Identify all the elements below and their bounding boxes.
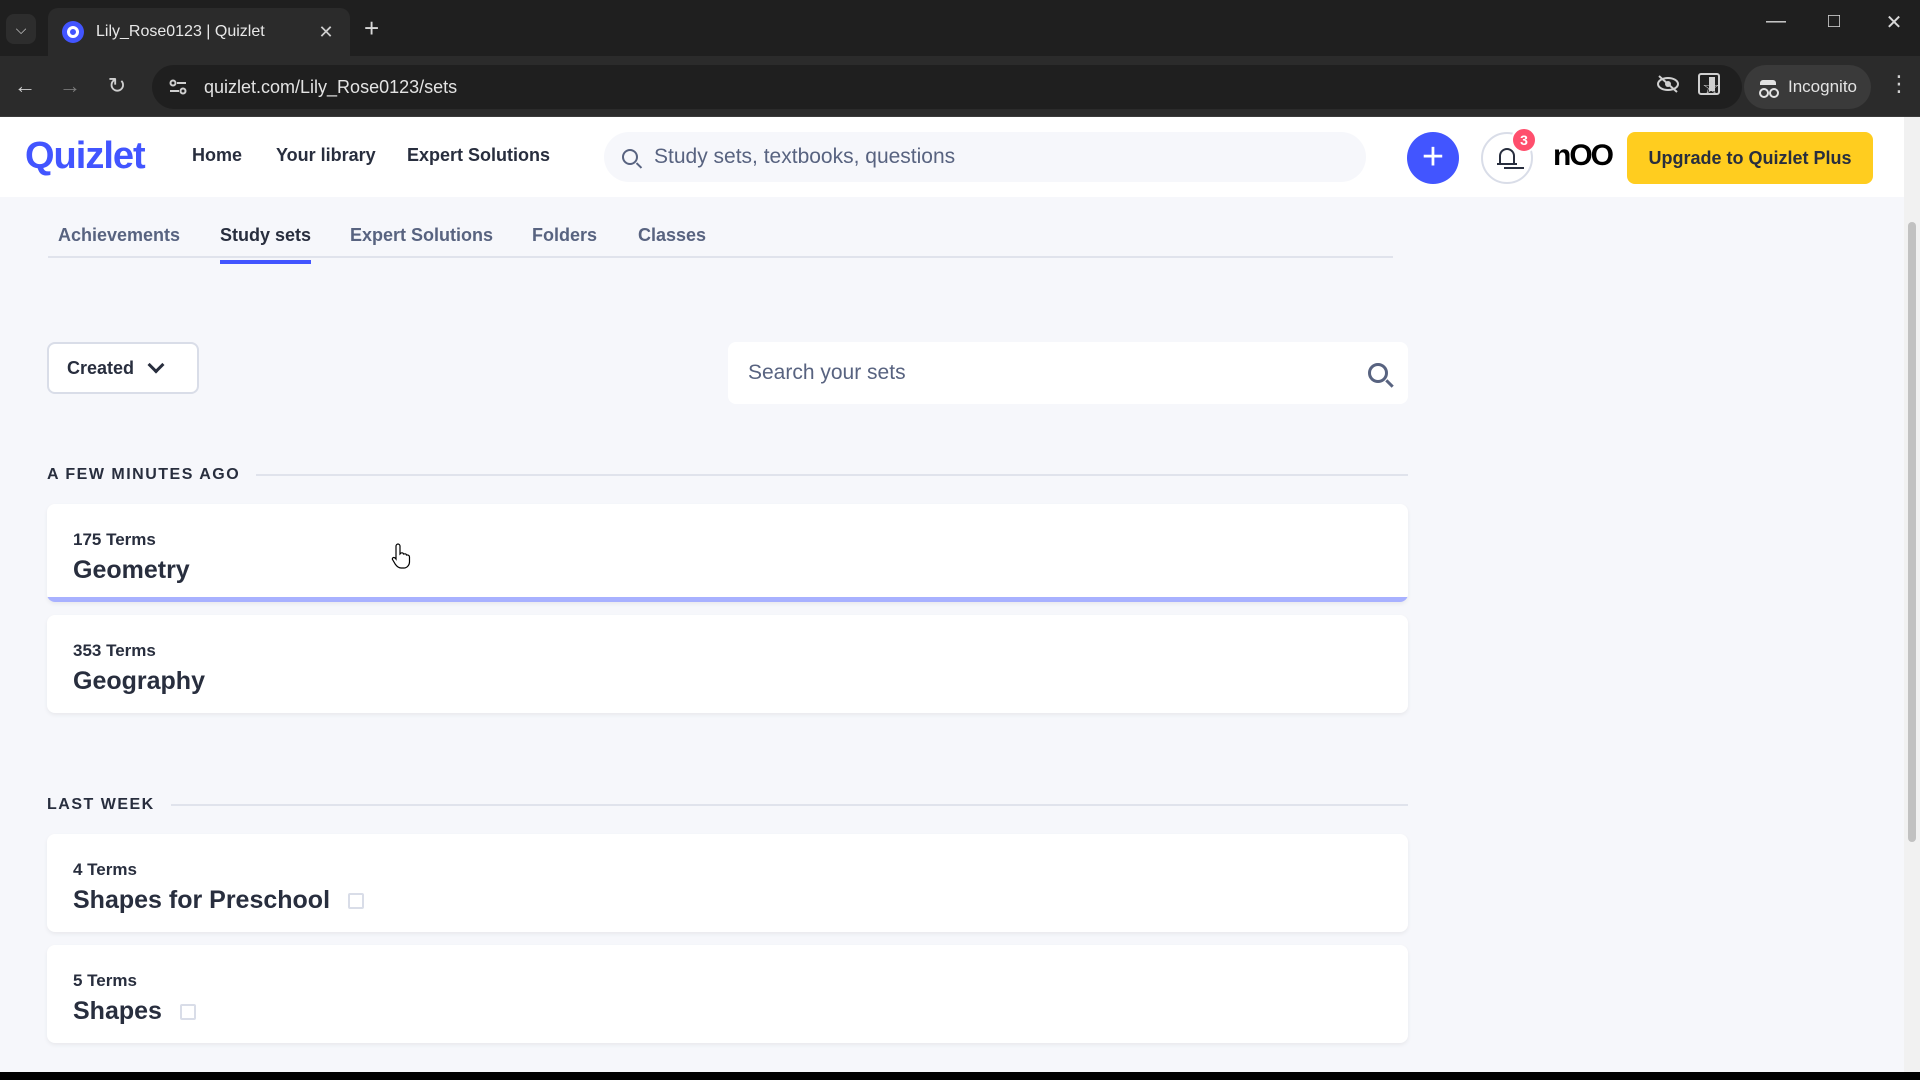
tab-expert-solutions[interactable]: Expert Solutions: [350, 225, 493, 260]
sort-filter-dropdown[interactable]: Created: [47, 342, 199, 394]
study-set-card[interactable]: 353 Terms Geography: [47, 615, 1408, 713]
study-set-card[interactable]: 5 Terms Shapes: [47, 945, 1408, 1043]
tab-folders[interactable]: Folders: [532, 225, 597, 260]
section-title: A FEW MINUTES AGO: [47, 466, 241, 483]
profile-subtabs: Achievements Study sets Expert Solutions…: [48, 213, 1393, 264]
bell-icon: [1497, 147, 1517, 169]
browser-menu-icon[interactable]: ⋮: [1888, 71, 1910, 97]
sort-filter-value: Created: [67, 357, 135, 378]
nav-your-library[interactable]: Your library: [276, 145, 376, 166]
section-header: A FEW MINUTES AGO: [47, 466, 1408, 484]
set-search-input[interactable]: [748, 361, 1368, 385]
quizlet-favicon-icon: [62, 21, 84, 43]
url-text[interactable]: quizlet.com/Lily_Rose0123/sets: [204, 77, 1656, 98]
study-set-card[interactable]: 4 Terms Shapes for Preschool: [47, 834, 1408, 932]
bottom-edge: [0, 1072, 1920, 1080]
chevron-down-icon: [147, 356, 165, 374]
create-button[interactable]: +: [1407, 132, 1459, 184]
hand-cursor-icon: [391, 543, 411, 569]
omnibox[interactable]: quizlet.com/Lily_Rose0123/sets ☆: [152, 65, 1742, 109]
set-title-row: Shapes: [73, 997, 1382, 1026]
term-count: 4 Terms: [73, 860, 137, 879]
divider: [256, 474, 1408, 476]
browser-tab[interactable]: Lily_Rose0123 | Quizlet ✕: [48, 8, 350, 56]
reload-icon[interactable]: ↻: [102, 71, 132, 101]
tab-classes[interactable]: Classes: [638, 225, 706, 260]
new-tab-button[interactable]: +: [364, 14, 379, 42]
close-window-icon[interactable]: ✕: [1874, 10, 1914, 35]
set-title: Geography: [73, 667, 205, 695]
page-content: Quizlet Home Your library Expert Solutio…: [0, 117, 1904, 1072]
set-title-row: Geometry: [73, 556, 1382, 585]
tab-achievements[interactable]: Achievements: [58, 225, 180, 260]
nav-expert-solutions[interactable]: Expert Solutions: [407, 145, 550, 166]
tab-title: Lily_Rose0123 | Quizlet: [96, 23, 265, 40]
incognito-icon: [1758, 80, 1778, 98]
incognito-label: Incognito: [1788, 77, 1857, 96]
forward-icon[interactable]: →: [55, 71, 85, 101]
term-count: 5 Terms: [73, 971, 137, 990]
page-scrollbar[interactable]: [1904, 117, 1920, 1072]
set-title-row: Geography: [73, 667, 1382, 696]
image-icon: [348, 892, 365, 909]
maximize-icon[interactable]: □: [1814, 10, 1854, 33]
set-title: Geometry: [73, 556, 190, 584]
side-panel-icon[interactable]: [1698, 73, 1720, 95]
notification-badge: 3: [1511, 127, 1537, 153]
divider: [170, 804, 1408, 806]
browser-address-bar: ← → ↻ quizlet.com/Lily_Rose0123/sets ☆ I…: [0, 56, 1920, 117]
term-count: 353 Terms: [73, 641, 156, 660]
term-count: 175 Terms: [73, 530, 156, 549]
section-header: LAST WEEK: [47, 796, 1408, 814]
global-search-input[interactable]: Study sets, textbooks, questions: [604, 132, 1366, 182]
global-search-placeholder: Study sets, textbooks, questions: [654, 145, 956, 168]
quizlet-logo[interactable]: Quizlet: [25, 135, 146, 178]
image-icon: [179, 1003, 196, 1020]
search-icon: [622, 149, 638, 165]
avatar[interactable]: nOO: [1553, 139, 1614, 179]
site-header: Quizlet Home Your library Expert Solutio…: [0, 117, 1904, 197]
chevron-down-icon: ⌵: [15, 20, 27, 37]
section-title: LAST WEEK: [47, 796, 155, 813]
browser-tab-bar: ⌵ Lily_Rose0123 | Quizlet ✕ + — □ ✕: [0, 0, 1920, 56]
tab-study-sets[interactable]: Study sets: [220, 225, 312, 264]
incognito-indicator[interactable]: Incognito: [1744, 65, 1871, 109]
set-search-box: [728, 342, 1408, 404]
set-title-row: Shapes for Preschool: [73, 886, 1382, 915]
set-title: Shapes: [73, 997, 162, 1025]
upgrade-button[interactable]: Upgrade to Quizlet Plus: [1627, 132, 1873, 184]
set-title: Shapes for Preschool: [73, 886, 331, 914]
close-tab-icon[interactable]: ✕: [316, 22, 336, 43]
scrollbar-thumb[interactable]: [1908, 222, 1916, 842]
nav-home[interactable]: Home: [192, 145, 242, 166]
site-info-icon[interactable]: [166, 75, 190, 99]
tracking-protection-eye-icon[interactable]: [1656, 75, 1680, 99]
study-set-card[interactable]: 175 Terms Geometry: [47, 504, 1408, 602]
tab-search-button[interactable]: ⌵: [6, 14, 36, 44]
minimize-icon[interactable]: —: [1756, 10, 1796, 33]
search-icon[interactable]: [1368, 363, 1388, 383]
back-icon[interactable]: ←: [10, 71, 40, 101]
